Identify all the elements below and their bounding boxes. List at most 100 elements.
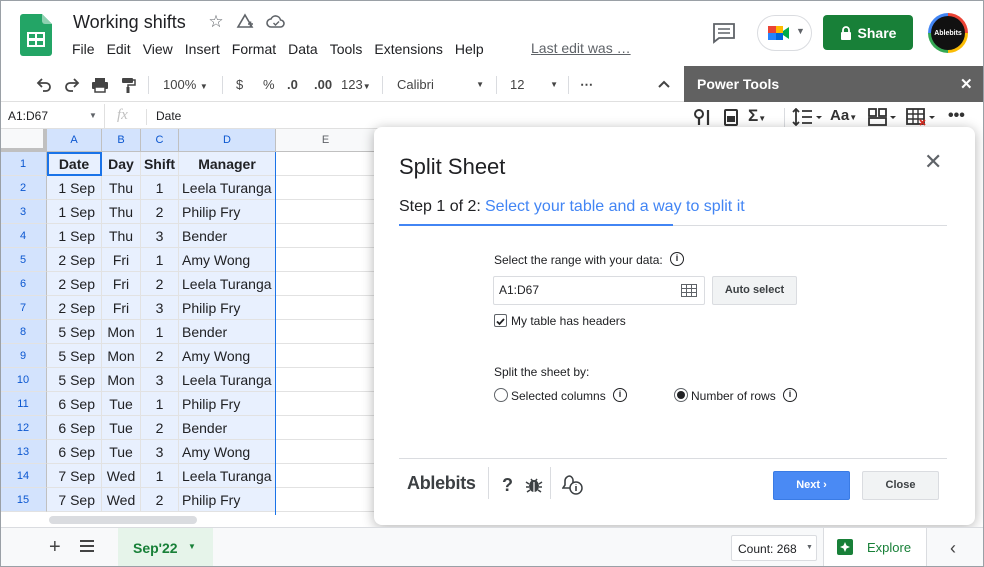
- trash-icon[interactable]: [722, 108, 740, 129]
- table-cell[interactable]: Manager: [179, 152, 276, 176]
- all-sheets-icon[interactable]: [80, 540, 94, 555]
- table-cell[interactable]: 2: [141, 272, 179, 296]
- formula-input[interactable]: Date: [156, 109, 181, 123]
- table-cell[interactable]: Philip Fry: [179, 200, 276, 224]
- row-header[interactable]: 9: [0, 344, 47, 368]
- account-avatar[interactable]: Ablebits: [928, 13, 968, 53]
- table-cell[interactable]: 5 Sep: [47, 320, 102, 344]
- empty-cell[interactable]: [276, 368, 374, 392]
- table-cell[interactable]: 1: [141, 320, 179, 344]
- dialog-close-icon[interactable]: ✕: [924, 151, 942, 173]
- menu-edit[interactable]: Edit: [101, 40, 137, 58]
- table-cell[interactable]: 2: [141, 488, 179, 512]
- column-header[interactable]: E: [276, 129, 374, 152]
- add-sheet-icon[interactable]: +: [49, 536, 61, 559]
- zoom-select[interactable]: 100% ▼: [163, 76, 208, 94]
- auto-select-button[interactable]: Auto select: [712, 276, 797, 305]
- horizontal-scrollbar[interactable]: [49, 516, 197, 524]
- table-cell[interactable]: 2 Sep: [47, 272, 102, 296]
- menu-tools[interactable]: Tools: [324, 40, 369, 58]
- font-select[interactable]: Calibri ▼: [397, 76, 487, 94]
- table-cell[interactable]: Shift: [141, 152, 179, 176]
- menu-file[interactable]: File: [66, 40, 101, 58]
- row-header[interactable]: 1: [0, 152, 47, 176]
- empty-cell[interactable]: [276, 200, 374, 224]
- table-cell[interactable]: Leela Turanga: [179, 464, 276, 488]
- table-cell[interactable]: Date: [47, 152, 102, 176]
- row-header[interactable]: 6: [0, 272, 47, 296]
- table-cell[interactable]: 2 Sep: [47, 248, 102, 272]
- paint-format-icon[interactable]: [119, 76, 137, 94]
- meet-button[interactable]: ▼: [757, 15, 812, 51]
- table-cell[interactable]: Fri: [102, 272, 141, 296]
- share-button[interactable]: Share: [823, 15, 913, 50]
- table-cell[interactable]: 1: [141, 464, 179, 488]
- row-header[interactable]: 4: [0, 224, 47, 248]
- table-cell[interactable]: Tue: [102, 440, 141, 464]
- table-cell[interactable]: 1: [141, 248, 179, 272]
- split-cells-icon[interactable]: [868, 108, 898, 129]
- more-formats-button[interactable]: 123▼: [341, 76, 371, 94]
- table-cell[interactable]: Philip Fry: [179, 392, 276, 416]
- number-of-rows-radio[interactable]: [674, 388, 688, 402]
- table-cell[interactable]: Philip Fry: [179, 296, 276, 320]
- sheets-logo-icon[interactable]: [20, 14, 52, 56]
- table-cell[interactable]: Amy Wong: [179, 344, 276, 368]
- empty-cell[interactable]: [276, 440, 374, 464]
- currency-format-button[interactable]: $: [236, 76, 243, 94]
- row-header[interactable]: 10: [0, 368, 47, 392]
- table-cell[interactable]: Day: [102, 152, 141, 176]
- table-cell[interactable]: 1 Sep: [47, 200, 102, 224]
- menu-format[interactable]: Format: [226, 40, 282, 58]
- menu-insert[interactable]: Insert: [179, 40, 226, 58]
- sum-icon[interactable]: Σ▼: [748, 106, 766, 126]
- headers-checkbox[interactable]: [494, 314, 507, 327]
- row-header[interactable]: 11: [0, 392, 47, 416]
- table-cell[interactable]: 3: [141, 440, 179, 464]
- row-header[interactable]: 14: [0, 464, 47, 488]
- row-header[interactable]: 8: [0, 320, 47, 344]
- table-cell[interactable]: Wed: [102, 488, 141, 512]
- row-header[interactable]: 3: [0, 200, 47, 224]
- table-cell[interactable]: 2: [141, 416, 179, 440]
- empty-cell[interactable]: [276, 224, 374, 248]
- count-summary[interactable]: Count: 268 ▼: [731, 535, 817, 561]
- info-icon[interactable]: i: [783, 388, 797, 402]
- headers-label[interactable]: My table has headers: [511, 314, 626, 328]
- info-icon[interactable]: i: [613, 388, 627, 402]
- table-cell[interactable]: 6 Sep: [47, 416, 102, 440]
- row-header[interactable]: 15: [0, 488, 47, 512]
- move-to-drive-icon[interactable]: [235, 12, 255, 32]
- table-cell[interactable]: 2: [141, 344, 179, 368]
- name-box[interactable]: A1:D67 ▼: [0, 104, 105, 129]
- empty-cell[interactable]: [276, 176, 374, 200]
- table-cell[interactable]: Thu: [102, 224, 141, 248]
- line-spacing-icon[interactable]: [792, 107, 822, 129]
- font-size-select[interactable]: 12 ▼: [510, 76, 560, 94]
- row-header[interactable]: 12: [0, 416, 47, 440]
- empty-cell[interactable]: [276, 272, 374, 296]
- filter-icon[interactable]: [694, 108, 714, 129]
- empty-cell[interactable]: [276, 248, 374, 272]
- table-cell[interactable]: Amy Wong: [179, 440, 276, 464]
- table-cell[interactable]: Philip Fry: [179, 488, 276, 512]
- table-cell[interactable]: Wed: [102, 464, 141, 488]
- table-cell[interactable]: Fri: [102, 296, 141, 320]
- chevron-left-icon[interactable]: ‹: [950, 538, 956, 559]
- table-cell[interactable]: 6 Sep: [47, 392, 102, 416]
- table-cell[interactable]: 1 Sep: [47, 176, 102, 200]
- table-cell[interactable]: 1 Sep: [47, 224, 102, 248]
- collapse-menu-icon[interactable]: [656, 76, 672, 94]
- menu-help[interactable]: Help: [449, 40, 490, 58]
- percent-format-button[interactable]: %: [263, 76, 275, 94]
- empty-cell[interactable]: [276, 344, 374, 368]
- last-edit-link[interactable]: Last edit was …: [531, 40, 631, 56]
- column-header[interactable]: B: [102, 129, 141, 152]
- comment-history-icon[interactable]: [712, 22, 736, 44]
- empty-cell[interactable]: [276, 488, 374, 512]
- table-cell[interactable]: 3: [141, 224, 179, 248]
- bug-report-icon[interactable]: [525, 476, 543, 497]
- column-header[interactable]: A: [47, 129, 102, 152]
- table-cell[interactable]: Leela Turanga: [179, 368, 276, 392]
- selected-columns-label[interactable]: Selected columns: [511, 389, 606, 403]
